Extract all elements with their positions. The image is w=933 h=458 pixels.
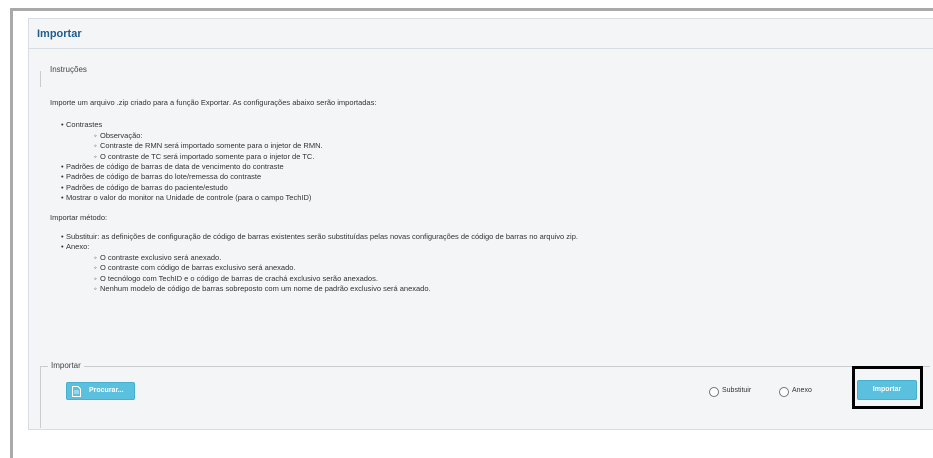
list-item: Anexo: (50, 242, 578, 253)
instructions-fieldset-border (40, 71, 41, 87)
method-heading: Importar método: (50, 212, 108, 222)
frame-top-border (10, 8, 933, 11)
list-item: Padrões de código de barras do paciente/… (50, 183, 578, 194)
instructions-content: Importe um arquivo .zip criado para a fu… (50, 98, 578, 295)
panel-title-divider (29, 48, 933, 49)
file-icon (72, 386, 81, 397)
list-item: Padrões de código de barras do lote/reme… (50, 172, 578, 183)
replace-radio-label: Substituir (722, 387, 752, 394)
list-item: Mostrar o valor do monitor na Unidade de… (50, 193, 578, 204)
browse-button[interactable]: Procurar... (66, 382, 135, 400)
browse-button-label: Procurar... (89, 387, 124, 394)
list-item: O contraste com código de barras exclusi… (50, 263, 578, 274)
replace-radio[interactable] (709, 387, 719, 397)
import-items-list: ContrastesObservação:Contraste de RMN se… (50, 120, 578, 204)
list-item: Contraste de RMN será importado somente … (50, 141, 578, 152)
frame-left-border (10, 8, 13, 458)
list-item: Nenhum modelo de código de barras sobrep… (50, 284, 578, 295)
method-items-list: Substituir: as definições de configuraçã… (50, 232, 578, 295)
import-legend: Importar (48, 361, 84, 370)
list-item: Substituir: as definições de configuraçã… (50, 232, 578, 243)
list-item: O tecnólogo com TechID e o código de bar… (50, 274, 578, 285)
list-item: Observação: (50, 131, 578, 142)
list-item: O contraste de TC será importado somente… (50, 152, 578, 163)
panel-title: Importar (37, 28, 82, 40)
instructions-legend: Instruções (48, 65, 89, 74)
import-button[interactable]: Importar (857, 380, 917, 400)
list-item: O contraste exclusivo será anexado. (50, 253, 578, 264)
list-item: Contrastes (50, 120, 578, 131)
append-radio[interactable] (779, 387, 789, 397)
instructions-intro: Importe um arquivo .zip criado para a fu… (50, 98, 377, 107)
list-item: Padrões de código de barras de data de v… (50, 162, 578, 173)
import-fieldset-border (40, 366, 930, 428)
append-radio-label: Anexo (792, 387, 812, 394)
